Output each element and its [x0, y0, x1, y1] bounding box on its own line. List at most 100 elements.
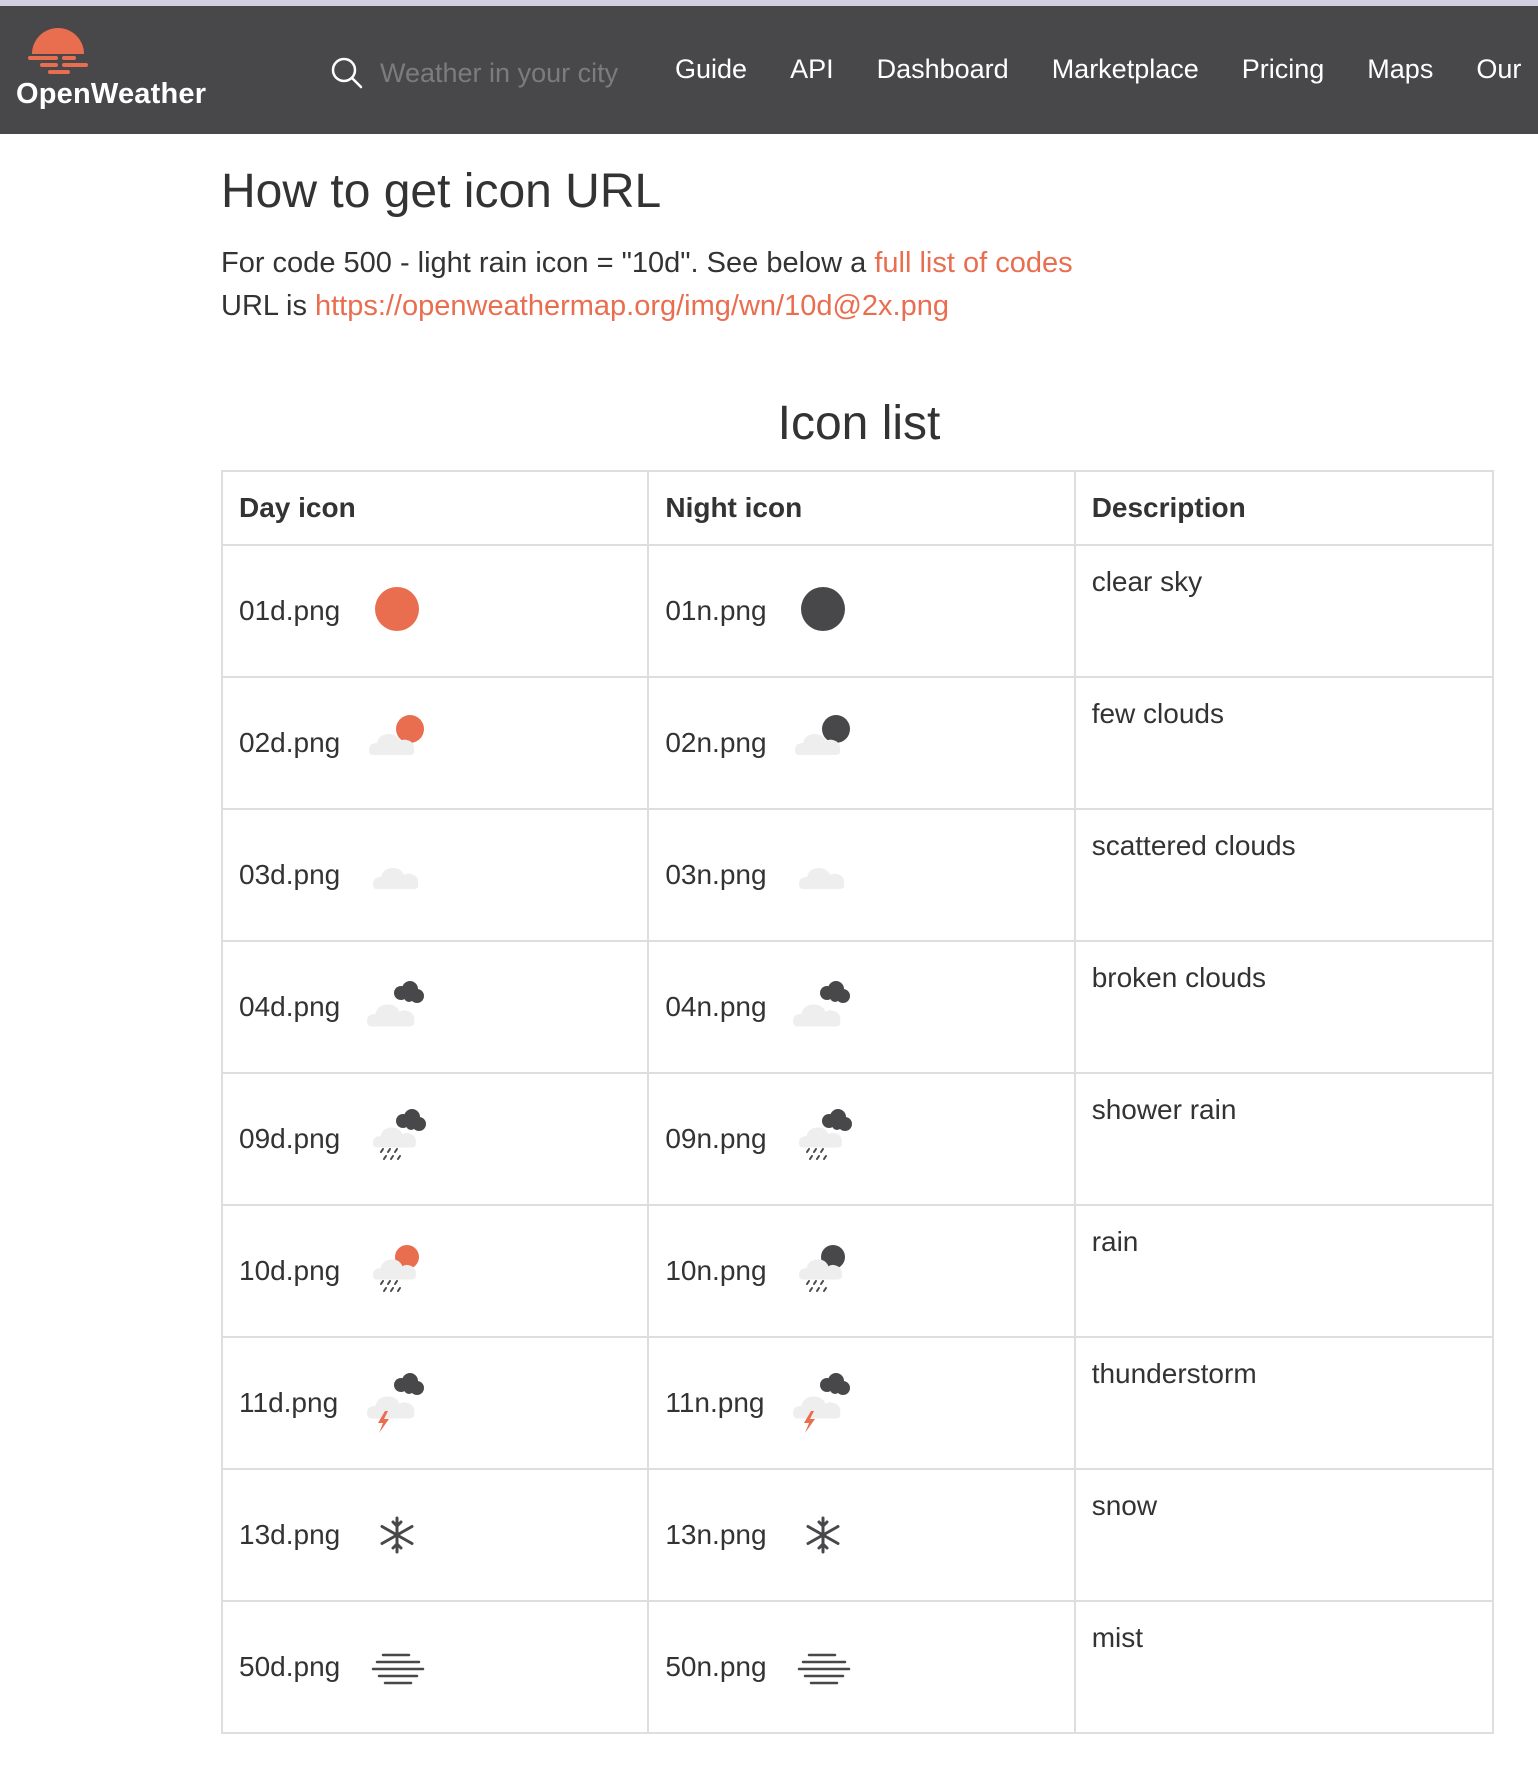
night-icon-filename: 11n.png	[665, 1387, 765, 1418]
icon-description: rain	[1091, 1226, 1139, 1257]
night-icon-cell: 10n.png	[647, 1204, 1076, 1338]
day-icon-filename: 02d.png	[239, 727, 341, 758]
day-icon-cell: 03d.png	[220, 808, 650, 942]
day-icon-filename: 50d.png	[239, 1651, 341, 1682]
night-icon-cell: 03n.png	[647, 808, 1076, 942]
header-description: Description	[1073, 470, 1495, 546]
brand-name: OpenWeather	[16, 78, 207, 110]
icon-url-link[interactable]: https://openweathermap.org/img/wn/10d@2x…	[315, 290, 949, 322]
night-icon-cell: 11n.png	[647, 1336, 1076, 1470]
scattered-clouds-night-icon	[799, 868, 845, 889]
night-icon-filename: 03n.png	[665, 859, 767, 890]
table-header-row: Day icon Night icon Description	[220, 470, 1495, 546]
table-row: 09d.png 09n.png shower rain	[220, 1072, 1495, 1206]
day-icon-filename: 03d.png	[239, 859, 341, 890]
nav-link-api[interactable]: API	[790, 54, 834, 85]
snow-night-icon	[806, 1516, 840, 1554]
clear-sky-night-icon	[801, 587, 846, 631]
icon-description: few clouds	[1091, 698, 1224, 729]
thunderstorm-day-icon	[367, 1373, 424, 1433]
description-cell: scattered clouds	[1073, 808, 1495, 942]
night-icon-cell: 09n.png	[647, 1072, 1076, 1206]
table-row: 03d.png 03n.png scattered clouds	[220, 808, 1495, 942]
nav-link-dashboard[interactable]: Dashboard	[877, 54, 1009, 85]
search-box	[330, 50, 652, 96]
shower-rain-night-icon	[799, 1109, 853, 1160]
description-cell: snow	[1073, 1468, 1495, 1602]
scattered-clouds-day-icon	[373, 868, 419, 889]
table-row: 11d.png 11n.png thunderstorm	[220, 1336, 1495, 1470]
day-icon-filename: 04d.png	[239, 991, 341, 1022]
icon-description: thunderstorm	[1091, 1358, 1257, 1389]
nav-link-marketplace[interactable]: Marketplace	[1052, 54, 1199, 85]
search-input[interactable]	[378, 56, 652, 90]
icon-description: broken clouds	[1091, 962, 1267, 993]
night-icon-filename: 09n.png	[665, 1123, 767, 1154]
clear-sky-day-icon	[375, 587, 419, 631]
page-title: How to get icon URL	[221, 165, 662, 218]
night-icon-filename: 04n.png	[665, 991, 767, 1022]
table-row: 13d.png 13n.png snow	[220, 1468, 1495, 1602]
description-cell: mist	[1073, 1600, 1495, 1734]
night-icon-cell: 04n.png	[647, 940, 1076, 1074]
description-cell: clear sky	[1073, 544, 1495, 678]
search-icon[interactable]	[330, 56, 364, 90]
description-cell: rain	[1073, 1204, 1495, 1338]
night-icon-cell: 13n.png	[647, 1468, 1076, 1602]
day-icon-filename: 09d.png	[239, 1123, 341, 1154]
day-icon-cell: 01d.png	[220, 544, 650, 678]
shower-rain-day-icon	[373, 1109, 426, 1160]
broken-clouds-day-icon	[367, 981, 424, 1027]
main-nav: Guide API Dashboard Marketplace Pricing …	[675, 54, 1538, 85]
nav-link-our[interactable]: Our	[1476, 54, 1521, 85]
intro-line2-text: URL is	[221, 290, 315, 322]
night-icon-filename: 02n.png	[665, 727, 767, 758]
icon-list-title: Icon list	[777, 397, 941, 450]
icon-description: snow	[1091, 1490, 1158, 1521]
icon-description: shower rain	[1091, 1094, 1237, 1125]
day-icon-cell: 13d.png	[220, 1468, 650, 1602]
header-day-icon: Day icon	[220, 470, 650, 546]
night-icon-cell: 50n.png	[647, 1600, 1076, 1734]
openweather-logo[interactable]: OpenWeather	[16, 20, 226, 130]
broken-clouds-night-icon	[793, 981, 851, 1027]
table-row: 10d.png 10n.png rain	[220, 1204, 1495, 1338]
table-row: 01d.png 01n.png clear sky	[220, 544, 1495, 678]
few-clouds-night-icon	[795, 715, 851, 755]
day-icon-filename: 13d.png	[239, 1519, 341, 1550]
description-cell: shower rain	[1073, 1072, 1495, 1206]
icon-table-body: 01d.png 01n.png clear sky 02d.png 02n.pn…	[220, 544, 1495, 1734]
night-icon-filename: 10n.png	[665, 1255, 767, 1286]
top-navbar: OpenWeather Guide API Dashboard Marketpl…	[0, 6, 1538, 134]
day-icon-filename: 01d.png	[239, 595, 341, 626]
description-cell: thunderstorm	[1073, 1336, 1495, 1470]
sun-logo-icon	[28, 28, 88, 74]
day-icon-cell: 11d.png	[220, 1336, 650, 1470]
table-row: 04d.png 04n.png broken clouds	[220, 940, 1495, 1074]
night-icon-cell: 01n.png	[647, 544, 1076, 678]
day-icon-cell: 04d.png	[220, 940, 650, 1074]
description-cell: few clouds	[1073, 676, 1495, 810]
mist-day-icon	[371, 1653, 425, 1685]
snow-day-icon	[380, 1516, 414, 1554]
intro-paragraph: For code 500 - light rain icon = "10d". …	[221, 242, 1073, 328]
icon-description: scattered clouds	[1091, 830, 1296, 861]
night-icon-filename: 01n.png	[665, 595, 767, 626]
night-icon-filename: 13n.png	[665, 1519, 767, 1550]
few-clouds-day-icon	[369, 715, 424, 755]
nav-link-maps[interactable]: Maps	[1367, 54, 1433, 85]
day-icon-cell: 02d.png	[220, 676, 650, 810]
header-night-icon: Night icon	[647, 470, 1076, 546]
day-icon-cell: 10d.png	[220, 1204, 650, 1338]
day-icon-cell: 50d.png	[220, 1600, 650, 1734]
description-cell: broken clouds	[1073, 940, 1495, 1074]
nav-link-pricing[interactable]: Pricing	[1242, 54, 1325, 85]
night-icon-cell: 02n.png	[647, 676, 1076, 810]
table-row: 02d.png 02n.png few clouds	[220, 676, 1495, 810]
nav-link-guide[interactable]: Guide	[675, 54, 747, 85]
full-list-link[interactable]: full list of codes	[874, 247, 1072, 279]
table-row: 50d.png 50n.png mist	[220, 1600, 1495, 1734]
thunderstorm-night-icon	[793, 1373, 851, 1433]
day-icon-filename: 10d.png	[239, 1255, 341, 1286]
day-icon-cell: 09d.png	[220, 1072, 650, 1206]
